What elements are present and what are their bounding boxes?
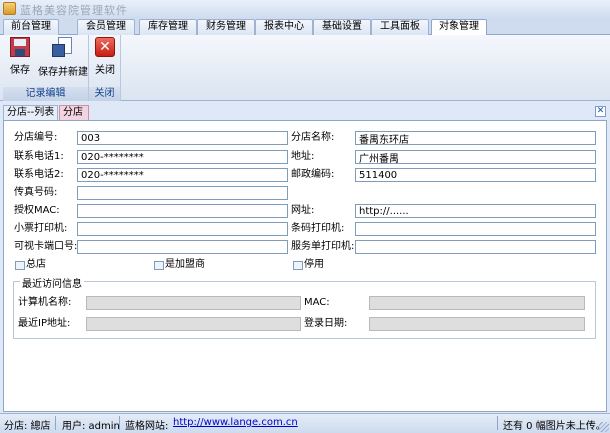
store-name-input[interactable] (355, 131, 596, 145)
tab-basic-settings[interactable]: 基础设置 (313, 19, 371, 35)
website-link[interactable]: http://www.lange.com.cn (173, 417, 298, 428)
tab-object-management[interactable]: 对象管理 (431, 19, 487, 36)
save-and-new-label: 保存并新建 (38, 67, 88, 78)
fax-label: 传真号码: (14, 187, 58, 198)
status-separator (119, 416, 120, 430)
service-printer-label: 服务单打印机: (291, 241, 355, 252)
mac-label: 授权MAC: (14, 205, 60, 216)
status-site-label: 蓝格网站: (125, 421, 169, 432)
tab-tool-panel[interactable]: 工具面板 (371, 19, 429, 35)
card-port-label: 可视卡端口号: (14, 241, 78, 252)
computer-name-field (86, 296, 301, 310)
status-separator (497, 416, 498, 430)
save-button[interactable]: 保存 (5, 37, 35, 83)
store-name-label: 分店名称: (291, 132, 335, 143)
phone1-input[interactable] (77, 150, 288, 164)
address-label: 地址: (291, 151, 315, 162)
recent-visit-legend: 最近访问信息 (20, 275, 84, 290)
store-no-input[interactable] (77, 131, 288, 145)
franchise-checkbox[interactable] (154, 261, 164, 270)
tab-reports[interactable]: 报表中心 (255, 19, 313, 35)
save-and-new-button[interactable]: 保存并新建 (37, 37, 89, 83)
disabled-checkbox[interactable] (293, 261, 303, 270)
store-no-label: 分店编号: (14, 132, 58, 143)
ribbon-panel: 保存 保存并新建 记录编辑 ✕ 关闭 关闭 (0, 35, 610, 101)
group-label-close: 关闭 (89, 87, 120, 101)
recent-ip-label: 最近IP地址: (18, 318, 71, 329)
hq-checkbox[interactable] (15, 261, 25, 270)
save-icon (10, 37, 30, 57)
status-separator (55, 416, 56, 430)
window-title: 蓝格美容院管理软件 (20, 4, 128, 17)
postcode-label: 邮政编码: (291, 169, 335, 180)
status-upload: 还有 0 幅图片未上传。 (503, 421, 606, 432)
disabled-label: 停用 (304, 259, 324, 270)
close-button-label: 关闭 (95, 65, 115, 76)
resize-grip-icon[interactable] (599, 422, 609, 432)
recent-ip-field (86, 317, 301, 331)
service-printer-input[interactable] (355, 240, 596, 254)
receipt-printer-label: 小票打印机: (14, 223, 68, 234)
barcode-printer-input[interactable] (355, 222, 596, 236)
status-user: 用户: admin (62, 421, 120, 432)
recent-visit-group: 最近访问信息 计算机名称: MAC: 最近IP地址: 登录日期: (13, 275, 596, 339)
status-bar: 分店: 總店 用户: admin 蓝格网站: http://www.lange.… (0, 413, 610, 433)
address-input[interactable] (355, 150, 596, 164)
doc-tab-store-list[interactable]: 分店--列表 (3, 105, 58, 120)
login-date-label: 登录日期: (304, 318, 348, 329)
phone2-input[interactable] (77, 168, 288, 182)
postcode-input[interactable] (355, 168, 596, 182)
title-bar: 蓝格美容院管理软件 (0, 0, 610, 18)
close-tab-icon[interactable]: ✕ (595, 106, 606, 117)
group-record-edit: 保存 保存并新建 记录编辑 (3, 35, 89, 101)
phone2-label: 联系电话2: (14, 169, 64, 180)
website-label: 网址: (291, 205, 315, 216)
franchise-label: 是加盟商 (165, 259, 205, 270)
group-label-record-edit: 记录编辑 (3, 87, 88, 101)
tab-finance[interactable]: 财务管理 (197, 19, 255, 35)
ribbon-tabs: 前台管理 会员管理 库存管理 财务管理 报表中心 基础设置 工具面板 对象管理 (0, 18, 610, 36)
tab-members[interactable]: 会员管理 (77, 19, 135, 35)
tab-front-desk[interactable]: 前台管理 (3, 19, 59, 35)
computer-name-label: 计算机名称: (18, 297, 72, 308)
recent-mac-label: MAC: (304, 297, 330, 308)
fax-input[interactable] (77, 186, 288, 200)
login-date-field (369, 317, 585, 331)
mac-input[interactable] (77, 204, 288, 218)
document-tabs: 分店--列表 分店 ✕ (0, 104, 610, 120)
close-button[interactable]: ✕ 关闭 (90, 37, 120, 83)
save-button-label: 保存 (10, 65, 30, 76)
hq-label: 总店 (26, 259, 46, 270)
save-new-icon (52, 37, 74, 59)
group-close: ✕ 关闭 关闭 (89, 35, 121, 101)
recent-mac-field (369, 296, 585, 310)
barcode-printer-label: 条码打印机: (291, 223, 345, 234)
receipt-printer-input[interactable] (77, 222, 288, 236)
phone1-label: 联系电话1: (14, 151, 64, 162)
app-icon (3, 2, 16, 15)
doc-tab-store[interactable]: 分店 (59, 105, 89, 120)
close-icon: ✕ (95, 37, 115, 57)
tab-inventory[interactable]: 库存管理 (139, 19, 197, 35)
card-port-input[interactable] (77, 240, 288, 254)
website-input[interactable] (355, 204, 596, 218)
status-store: 分店: 總店 (4, 421, 51, 432)
store-form: 分店编号: 分店名称: 联系电话1: 地址: 联系电话2: 邮政编码: 传真号码… (3, 120, 607, 412)
